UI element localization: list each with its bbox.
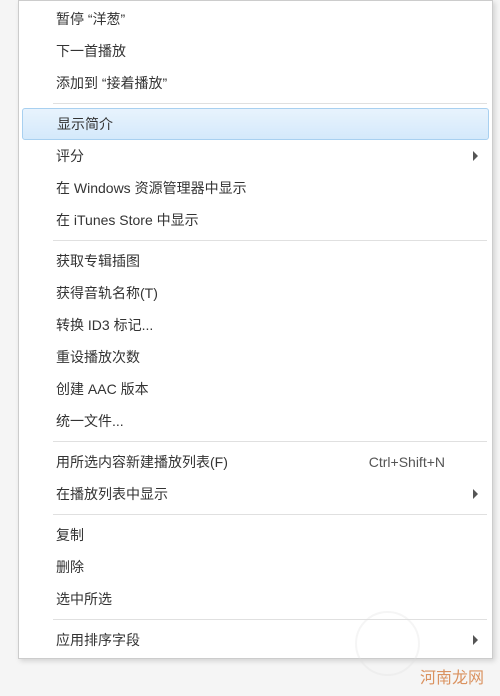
menu-item-rating[interactable]: 评分 [21,140,490,172]
menu-separator [53,441,487,442]
menu-item-convert-id3[interactable]: 转换 ID3 标记... [21,309,490,341]
menu-item-show-in-store[interactable]: 在 iTunes Store 中显示 [21,204,490,236]
menu-item-label: 复制 [56,525,460,545]
menu-item-play-next[interactable]: 下一首播放 [21,35,490,67]
menu-item-get-track-names[interactable]: 获得音轨名称(T) [21,277,490,309]
menu-item-label: 统一文件... [56,411,460,431]
menu-item-label: 在 Windows 资源管理器中显示 [56,178,460,198]
menu-item-label: 创建 AAC 版本 [56,379,460,399]
menu-item-label: 用所选内容新建播放列表(F) [56,452,369,472]
menu-item-label: 删除 [56,557,460,577]
chevron-right-icon [473,489,478,499]
menu-separator [53,619,487,620]
menu-item-label: 评分 [56,146,460,166]
menu-item-label: 在播放列表中显示 [56,484,460,504]
menu-item-label: 添加到 “接着播放” [56,73,460,93]
menu-item-copy[interactable]: 复制 [21,519,490,551]
menu-item-get-info[interactable]: 显示简介 [22,108,489,140]
watermark-text: 河南龙网 [420,664,484,688]
menu-item-reset-play-count[interactable]: 重设播放次数 [21,341,490,373]
menu-item-delete[interactable]: 删除 [21,551,490,583]
menu-item-uncheck-selection[interactable]: 选中所选 [21,583,490,615]
menu-item-consolidate-files[interactable]: 统一文件... [21,405,490,437]
menu-item-pause-onion[interactable]: 暂停 “洋葱” [21,3,490,35]
menu-item-label: 获取专辑插图 [56,251,460,271]
menu-item-label: 转换 ID3 标记... [56,315,460,335]
menu-separator [53,240,487,241]
menu-item-show-in-playlist[interactable]: 在播放列表中显示 [21,478,490,510]
menu-item-label: 重设播放次数 [56,347,460,367]
menu-item-label: 显示简介 [57,114,459,134]
menu-item-get-album-art[interactable]: 获取专辑插图 [21,245,490,277]
chevron-right-icon [473,635,478,645]
menu-item-create-aac[interactable]: 创建 AAC 版本 [21,373,490,405]
menu-item-add-to-up-next[interactable]: 添加到 “接着播放” [21,67,490,99]
menu-item-label: 下一首播放 [56,41,460,61]
watermark-decoration [355,611,420,676]
menu-item-label: 获得音轨名称(T) [56,283,460,303]
context-menu: 暂停 “洋葱” 下一首播放添加到 “接着播放” 显示简介评分在 Windows 资源… [18,0,493,659]
menu-item-new-playlist-selection[interactable]: 用所选内容新建播放列表(F)Ctrl+Shift+N [21,446,490,478]
menu-separator [53,514,487,515]
menu-item-label: 选中所选 [56,589,460,609]
menu-item-shortcut: Ctrl+Shift+N [369,454,460,470]
menu-separator [53,103,487,104]
menu-item-label: 暂停 “洋葱” [56,9,460,29]
menu-item-label: 在 iTunes Store 中显示 [56,210,460,230]
chevron-right-icon [473,151,478,161]
menu-item-show-in-explorer[interactable]: 在 Windows 资源管理器中显示 [21,172,490,204]
